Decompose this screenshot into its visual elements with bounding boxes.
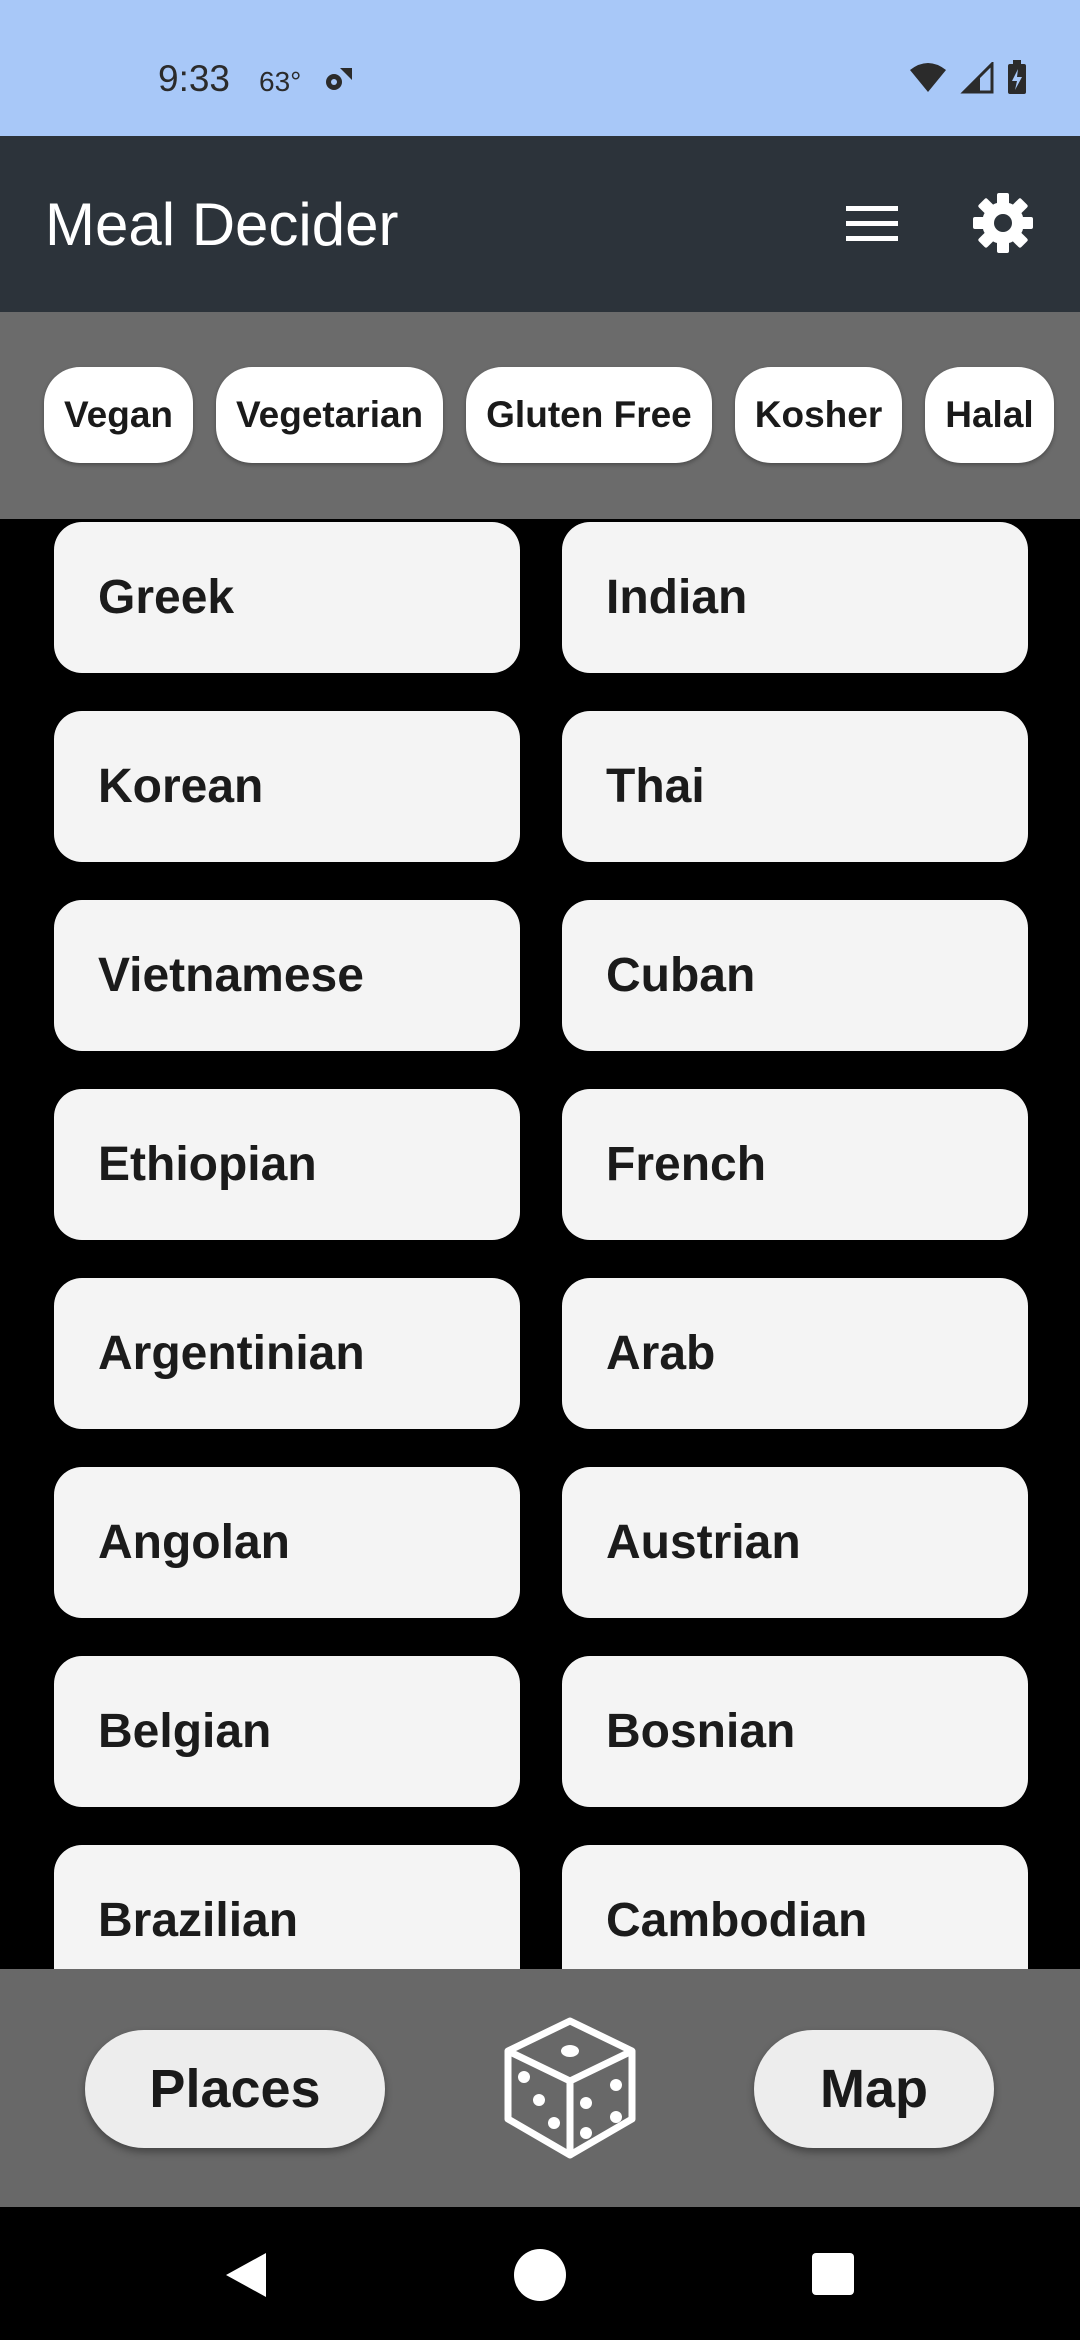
home-icon[interactable]	[514, 2249, 566, 2301]
cuisine-button[interactable]: Korean	[54, 711, 520, 862]
cuisine-button[interactable]: Cuban	[562, 900, 1028, 1051]
filter-chip-bar: Vegan Vegetarian Gluten Free Kosher Hala…	[0, 312, 1080, 519]
cuisine-button[interactable]: Belgian	[54, 1656, 520, 1807]
chip-vegan[interactable]: Vegan	[44, 367, 193, 463]
cuisine-button[interactable]: Brazilian	[54, 1845, 520, 1969]
map-button[interactable]: Map	[754, 2030, 994, 2148]
chip-vegetarian[interactable]: Vegetarian	[216, 367, 444, 463]
fan-sync-icon	[322, 64, 354, 101]
menu-icon[interactable]	[840, 198, 904, 250]
cuisine-button[interactable]: Vietnamese	[54, 900, 520, 1051]
gear-icon[interactable]	[972, 192, 1034, 254]
system-nav-bar	[0, 2207, 1080, 2340]
places-button[interactable]: Places	[85, 2030, 385, 2148]
chip-halal[interactable]: Halal	[925, 367, 1054, 463]
cuisine-button[interactable]: Cambodian	[562, 1845, 1028, 1969]
wifi-icon	[908, 62, 948, 99]
cuisine-button[interactable]: Greek	[54, 522, 520, 673]
back-icon[interactable]	[222, 2249, 270, 2306]
recents-icon[interactable]	[812, 2253, 854, 2295]
chip-kosher[interactable]: Kosher	[734, 367, 903, 463]
cuisine-button[interactable]: Ethiopian	[54, 1089, 520, 1240]
cuisine-list[interactable]: Greek Indian Korean Thai Vietnamese Cuba…	[0, 519, 1080, 1969]
status-bar: 9:33 63°	[0, 0, 1080, 136]
bottom-action-bar: Places Map	[0, 1969, 1080, 2207]
cuisine-button[interactable]: Austrian	[562, 1467, 1028, 1618]
cuisine-button[interactable]: Bosnian	[562, 1656, 1028, 1807]
cuisine-button[interactable]: Arab	[562, 1278, 1028, 1429]
cuisine-grid: Greek Indian Korean Thai Vietnamese Cuba…	[54, 522, 1028, 1969]
status-time: 9:33	[158, 58, 231, 99]
cuisine-button[interactable]: French	[562, 1089, 1028, 1240]
cuisine-button[interactable]: Angolan	[54, 1467, 520, 1618]
filter-chip-row: Vegan Vegetarian Gluten Free Kosher Hala…	[44, 367, 1054, 463]
cell-signal-icon	[960, 60, 994, 99]
app-title: Meal Decider	[45, 191, 399, 258]
battery-charging-icon	[1006, 60, 1028, 101]
chip-gluten-free[interactable]: Gluten Free	[466, 367, 712, 463]
app-bar: Meal Decider	[0, 136, 1080, 312]
cuisine-button[interactable]: Thai	[562, 711, 1028, 862]
cuisine-button[interactable]: Indian	[562, 522, 1028, 673]
cuisine-button[interactable]: Argentinian	[54, 1278, 520, 1429]
dice-icon[interactable]	[500, 2015, 640, 2161]
status-temperature: 63°	[259, 66, 302, 97]
